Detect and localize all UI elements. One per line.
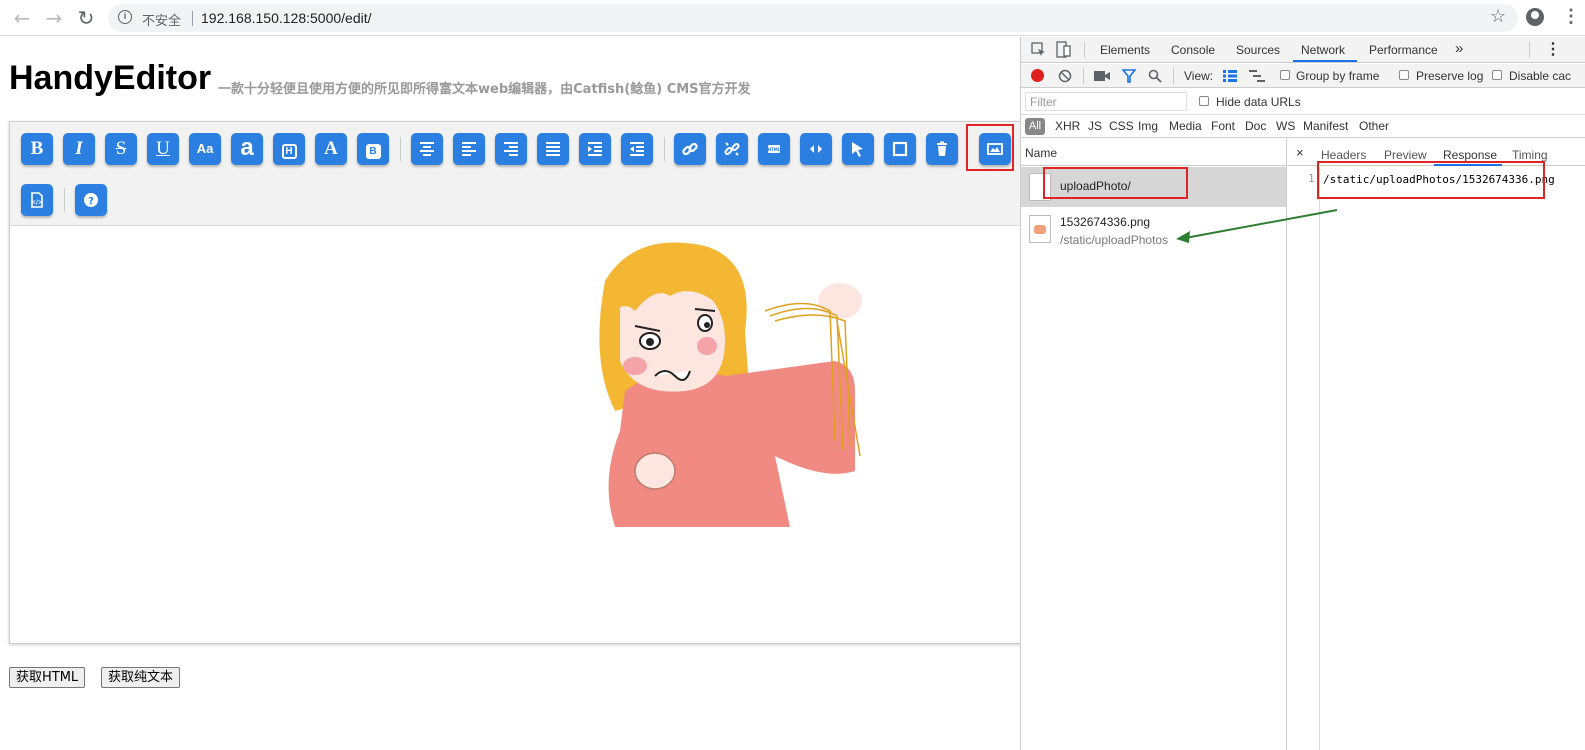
arrow-head — [1176, 231, 1190, 243]
annotation-arrow — [1176, 209, 1338, 243]
arrow-line — [1184, 209, 1338, 239]
